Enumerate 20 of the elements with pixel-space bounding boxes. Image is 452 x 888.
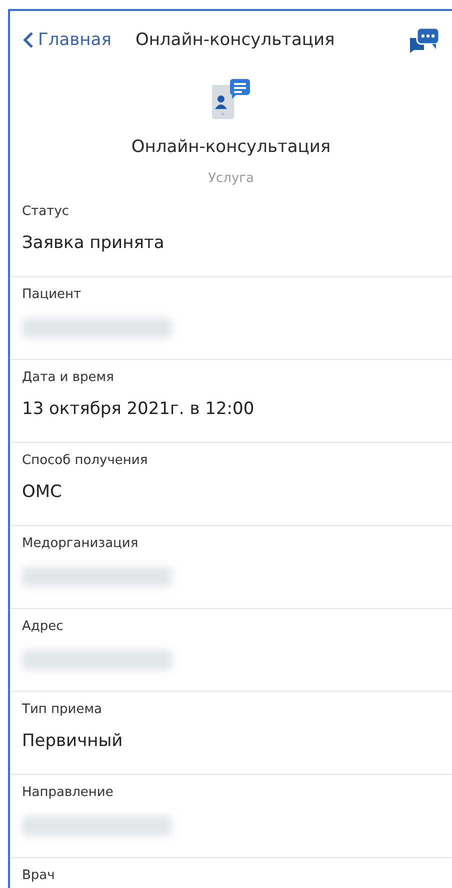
chevron-left-icon (22, 31, 34, 49)
nav-title: Онлайн-консультация (135, 30, 336, 50)
field-label: Способ получения (22, 453, 149, 468)
field-label: Пациент (22, 287, 82, 302)
field-value: Первичный (22, 731, 124, 751)
service-title: Онлайн-консультация (131, 137, 331, 157)
field-label: Направление (22, 785, 114, 800)
field-label: Статус (22, 204, 70, 219)
online-consultation-icon (210, 79, 252, 119)
field-label: Тип приема (22, 702, 103, 717)
field-label: Адрес (22, 619, 64, 634)
field-value: ОМС (22, 482, 63, 502)
field-value: Заявка принята (22, 233, 166, 253)
chat-bubbles-icon[interactable] (408, 26, 440, 54)
field-label: Медорганизация (22, 536, 140, 551)
service-subtitle: Услуга (208, 171, 254, 186)
field-label: Дата и время (22, 370, 115, 385)
field-label: Врач (22, 868, 56, 883)
field-value: 13 октября 2021г. в 12:00 (22, 399, 256, 419)
back-link[interactable]: Главная (22, 30, 112, 50)
